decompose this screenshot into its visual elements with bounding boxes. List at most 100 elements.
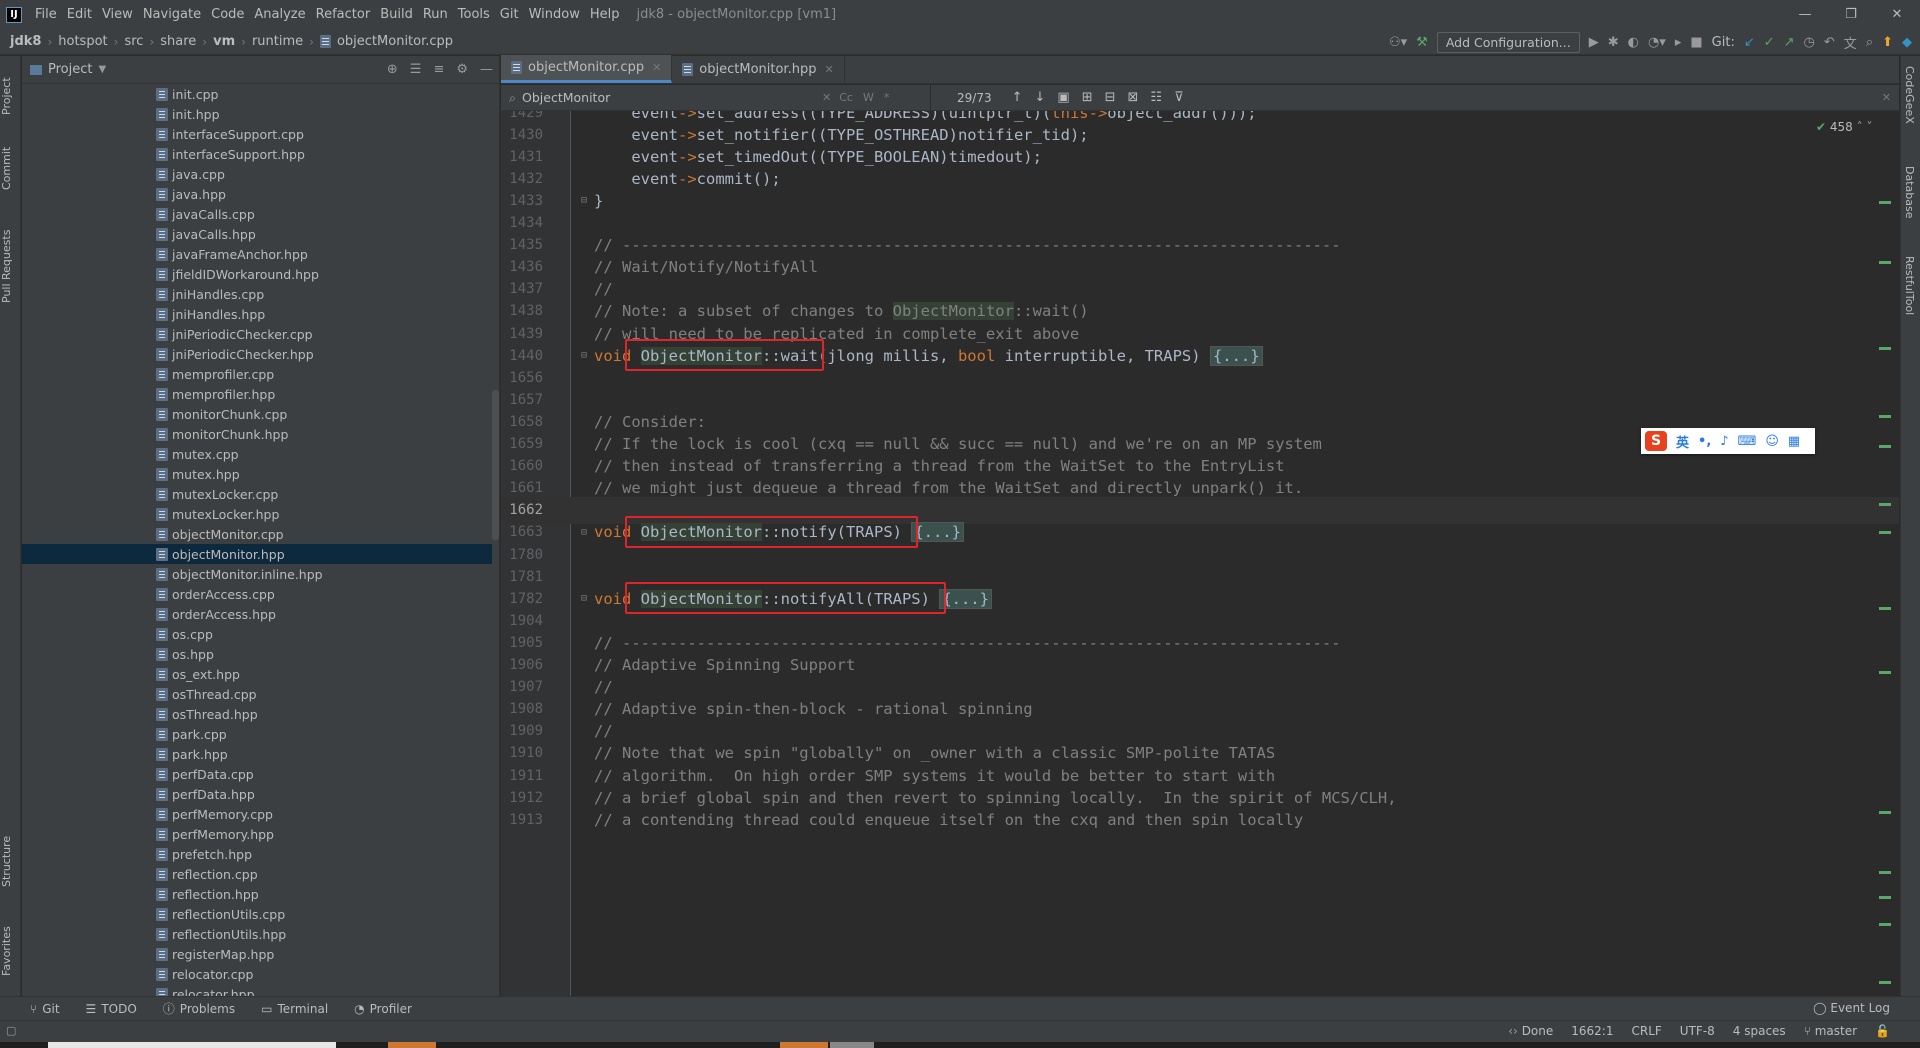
select-all-icon[interactable]: ▣ xyxy=(1057,90,1069,105)
breadcrumb-item[interactable]: jdk8 xyxy=(10,34,41,49)
hide-icon[interactable]: — xyxy=(480,62,493,77)
tree-file-item[interactable]: mutex.hpp xyxy=(22,464,492,484)
tree-file-item[interactable]: interfaceSupport.cpp xyxy=(22,124,492,144)
tree-file-item[interactable]: relocator.cpp xyxy=(22,964,492,984)
tree-file-item[interactable]: javaCalls.cpp xyxy=(22,204,492,224)
line-separator[interactable]: CRLF xyxy=(1631,1024,1661,1038)
apps-icon[interactable]: ▦ xyxy=(1788,434,1800,449)
tree-file-item[interactable]: objectMonitor.inline.hpp xyxy=(22,564,492,584)
tree-file-item[interactable]: init.cpp xyxy=(22,84,492,104)
tree-file-item[interactable]: prefetch.hpp xyxy=(22,844,492,864)
close-button[interactable]: ✕ xyxy=(1874,0,1920,29)
error-stripe-mark[interactable] xyxy=(1879,445,1891,448)
file-encoding[interactable]: UTF-8 xyxy=(1680,1024,1715,1038)
tree-scrollbar[interactable] xyxy=(492,390,499,540)
breadcrumb-item[interactable]: share xyxy=(160,34,196,49)
menu-run[interactable]: Run xyxy=(418,7,453,22)
tree-file-item[interactable]: orderAccess.hpp xyxy=(22,604,492,624)
menu-help[interactable]: Help xyxy=(585,7,625,22)
tree-file-item[interactable]: registerMap.hpp xyxy=(22,944,492,964)
tree-file-item[interactable]: orderAccess.cpp xyxy=(22,584,492,604)
ime-toolbar[interactable]: S 英 •, ♪ ⌨ ☺ ▦ xyxy=(1641,428,1815,454)
taskbar-item[interactable] xyxy=(830,1042,874,1048)
next-match-icon[interactable]: ↓ xyxy=(1035,90,1046,105)
keyboard-icon[interactable]: ⌨ xyxy=(1738,434,1757,449)
tree-file-item[interactable]: init.hpp xyxy=(22,104,492,124)
tree-file-item[interactable]: memprofiler.hpp xyxy=(22,384,492,404)
tree-file-item[interactable]: osThread.hpp xyxy=(22,704,492,724)
profile-icon[interactable]: ◔▾ xyxy=(1648,35,1666,50)
menu-git[interactable]: Git xyxy=(495,7,524,22)
commit-tool-tab[interactable]: Commit xyxy=(0,138,21,198)
minimize-button[interactable]: — xyxy=(1782,0,1828,29)
tree-file-item[interactable]: reflectionUtils.cpp xyxy=(22,904,492,924)
menu-build[interactable]: Build xyxy=(375,7,418,22)
breadcrumb-item[interactable]: objectMonitor.cpp xyxy=(337,34,453,49)
translate-icon[interactable]: 文 xyxy=(1844,33,1857,52)
tree-file-item[interactable]: reflection.cpp xyxy=(22,864,492,884)
tree-file-item[interactable]: os_ext.hpp xyxy=(22,664,492,684)
tab-objectmonitor-hpp[interactable]: objectMonitor.hpp ✕ xyxy=(672,55,845,83)
close-icon[interactable]: ✕ xyxy=(652,61,661,74)
match-case-toggle[interactable]: Cc xyxy=(839,91,853,104)
todo-tool-button[interactable]: ☰ TODO xyxy=(86,1002,137,1016)
menu-edit[interactable]: Edit xyxy=(62,7,97,22)
fold-marker-icon[interactable]: ⊟ xyxy=(581,195,587,206)
breadcrumb-item[interactable]: runtime xyxy=(252,34,303,49)
attach-icon[interactable]: ▸ xyxy=(1675,35,1682,50)
code-line[interactable]: 1913 // a contending thread could enqueue… xyxy=(501,806,1899,833)
project-tool-tab[interactable]: Project xyxy=(0,66,21,126)
code-area[interactable]: 1429 event->set_address((TYPE_ADDRESS)(u… xyxy=(501,111,1899,996)
problems-tool-button[interactable]: ⓘ Problems xyxy=(163,1000,235,1017)
ime-punctuation[interactable]: •, xyxy=(1698,434,1711,449)
tree-file-item[interactable]: relocator.hpp xyxy=(22,984,492,996)
expand-all-icon[interactable]: ☰ xyxy=(410,62,422,77)
tree-file-item[interactable]: park.hpp xyxy=(22,744,492,764)
tree-file-item[interactable]: os.cpp xyxy=(22,624,492,644)
microphone-icon[interactable]: ♪ xyxy=(1720,434,1728,449)
tree-file-item[interactable]: perfMemory.hpp xyxy=(22,824,492,844)
rollback-icon[interactable]: ↶ xyxy=(1824,35,1835,50)
debug-icon[interactable]: ✱ xyxy=(1608,35,1619,50)
error-stripe-mark[interactable] xyxy=(1879,811,1891,814)
tree-file-item[interactable]: perfData.cpp xyxy=(22,764,492,784)
filter-settings-icon[interactable]: ☷ xyxy=(1150,90,1162,105)
project-panel-title[interactable]: Project xyxy=(48,62,92,77)
indent-setting[interactable]: 4 spaces xyxy=(1733,1024,1786,1038)
ime-language[interactable]: 英 xyxy=(1676,432,1689,451)
taskbar-item[interactable] xyxy=(388,1042,436,1048)
structure-tool-tab[interactable]: Structure xyxy=(0,826,21,896)
user-icon[interactable]: ☺ xyxy=(1765,434,1779,449)
pull-requests-tool-tab[interactable]: Pull Requests xyxy=(0,216,21,316)
git-branch[interactable]: ⑂ master xyxy=(1804,1024,1857,1038)
tree-file-item[interactable]: javaFrameAnchor.hpp xyxy=(22,244,492,264)
filter-icon[interactable]: ⊽ xyxy=(1174,90,1184,105)
search-input[interactable] xyxy=(522,90,823,105)
regex-toggle[interactable]: * xyxy=(884,91,890,104)
fold-marker-icon[interactable]: ⊟ xyxy=(581,350,587,361)
menu-window[interactable]: Window xyxy=(524,7,585,22)
tree-file-item[interactable]: java.hpp xyxy=(22,184,492,204)
words-toggle[interactable]: W xyxy=(863,91,874,104)
tree-file-item[interactable]: jfieldIDWorkaround.hpp xyxy=(22,264,492,284)
breadcrumb-item[interactable]: hotspot xyxy=(58,34,107,49)
tree-file-item[interactable]: java.cpp xyxy=(22,164,492,184)
taskbar-item[interactable] xyxy=(48,1042,336,1048)
tree-file-item[interactable]: jniPeriodicChecker.cpp xyxy=(22,324,492,344)
git-update-icon[interactable]: ↙ xyxy=(1744,35,1755,50)
tree-file-item[interactable]: objectMonitor.hpp xyxy=(22,544,492,564)
tree-file-item[interactable]: perfMemory.cpp xyxy=(22,804,492,824)
git-commit-icon[interactable]: ✓ xyxy=(1764,35,1775,50)
tree-file-item[interactable]: monitorChunk.hpp xyxy=(22,424,492,444)
tree-file-item[interactable]: memprofiler.cpp xyxy=(22,364,492,384)
tree-file-item[interactable]: jniHandles.hpp xyxy=(22,304,492,324)
select-all-occurrences-icon[interactable]: ⊠ xyxy=(1128,90,1139,105)
tree-file-item[interactable]: park.cpp xyxy=(22,724,492,744)
error-stripe-mark[interactable] xyxy=(1879,415,1891,418)
tree-file-item[interactable]: reflection.hpp xyxy=(22,884,492,904)
breadcrumb-item[interactable]: vm xyxy=(213,34,235,49)
plugin-icon[interactable]: ◆ xyxy=(1902,35,1912,50)
database-tool-tab[interactable]: Database xyxy=(1903,166,1916,219)
event-log-button[interactable]: ◯ Event Log xyxy=(1813,1001,1890,1015)
tree-file-item[interactable]: interfaceSupport.hpp xyxy=(22,144,492,164)
